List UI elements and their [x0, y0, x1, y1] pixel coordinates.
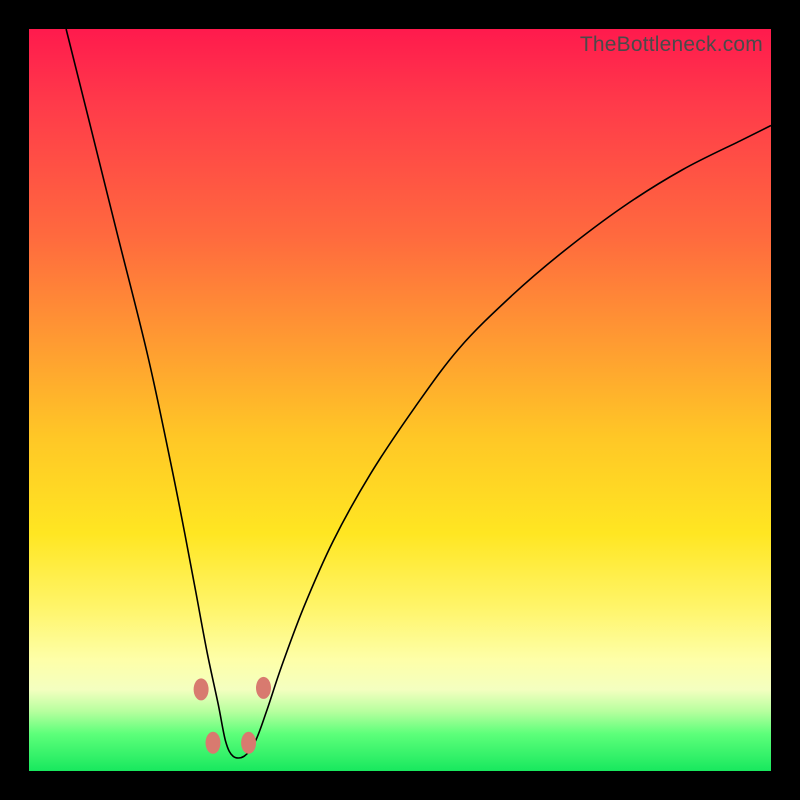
curve-marker [194, 678, 209, 700]
plot-area: TheBottleneck.com [29, 29, 771, 771]
curve-marker [256, 677, 271, 699]
bottleneck-curve [66, 29, 771, 758]
curve-marker [241, 732, 256, 754]
curve-marker [206, 732, 221, 754]
chart-svg [29, 29, 771, 771]
outer-frame: TheBottleneck.com [0, 0, 800, 800]
curve-markers [194, 677, 271, 754]
